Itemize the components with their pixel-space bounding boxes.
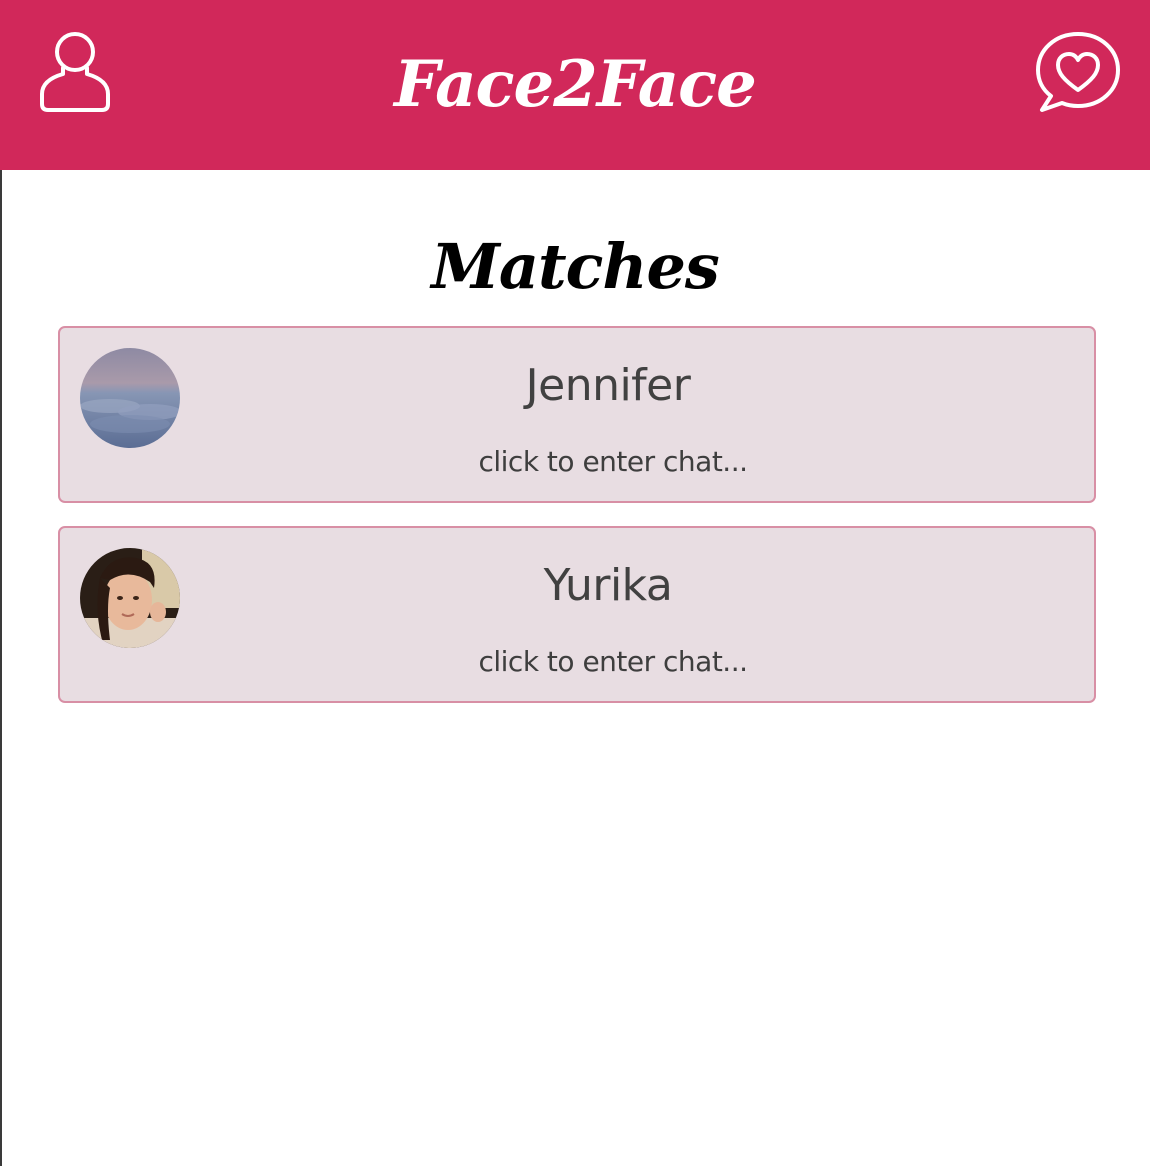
- window-left-edge: [0, 0, 2, 1166]
- match-name: Yurika: [543, 560, 673, 611]
- match-card-jennifer[interactable]: Jennifer click to enter chat...: [58, 326, 1096, 503]
- match-card-yurika[interactable]: Yurika click to enter chat...: [58, 526, 1096, 703]
- heart-chat-icon: [1036, 32, 1120, 112]
- page-title: Matches: [431, 230, 720, 303]
- matches-chat-button[interactable]: [1034, 30, 1122, 116]
- match-name: Jennifer: [525, 360, 691, 411]
- app-logo: Face2Face: [394, 47, 757, 122]
- app-header: Face2Face: [0, 0, 1150, 170]
- avatar: [80, 348, 180, 448]
- match-subtitle: click to enter chat...: [478, 645, 748, 678]
- match-subtitle: click to enter chat...: [478, 445, 748, 478]
- avatar: [80, 548, 180, 648]
